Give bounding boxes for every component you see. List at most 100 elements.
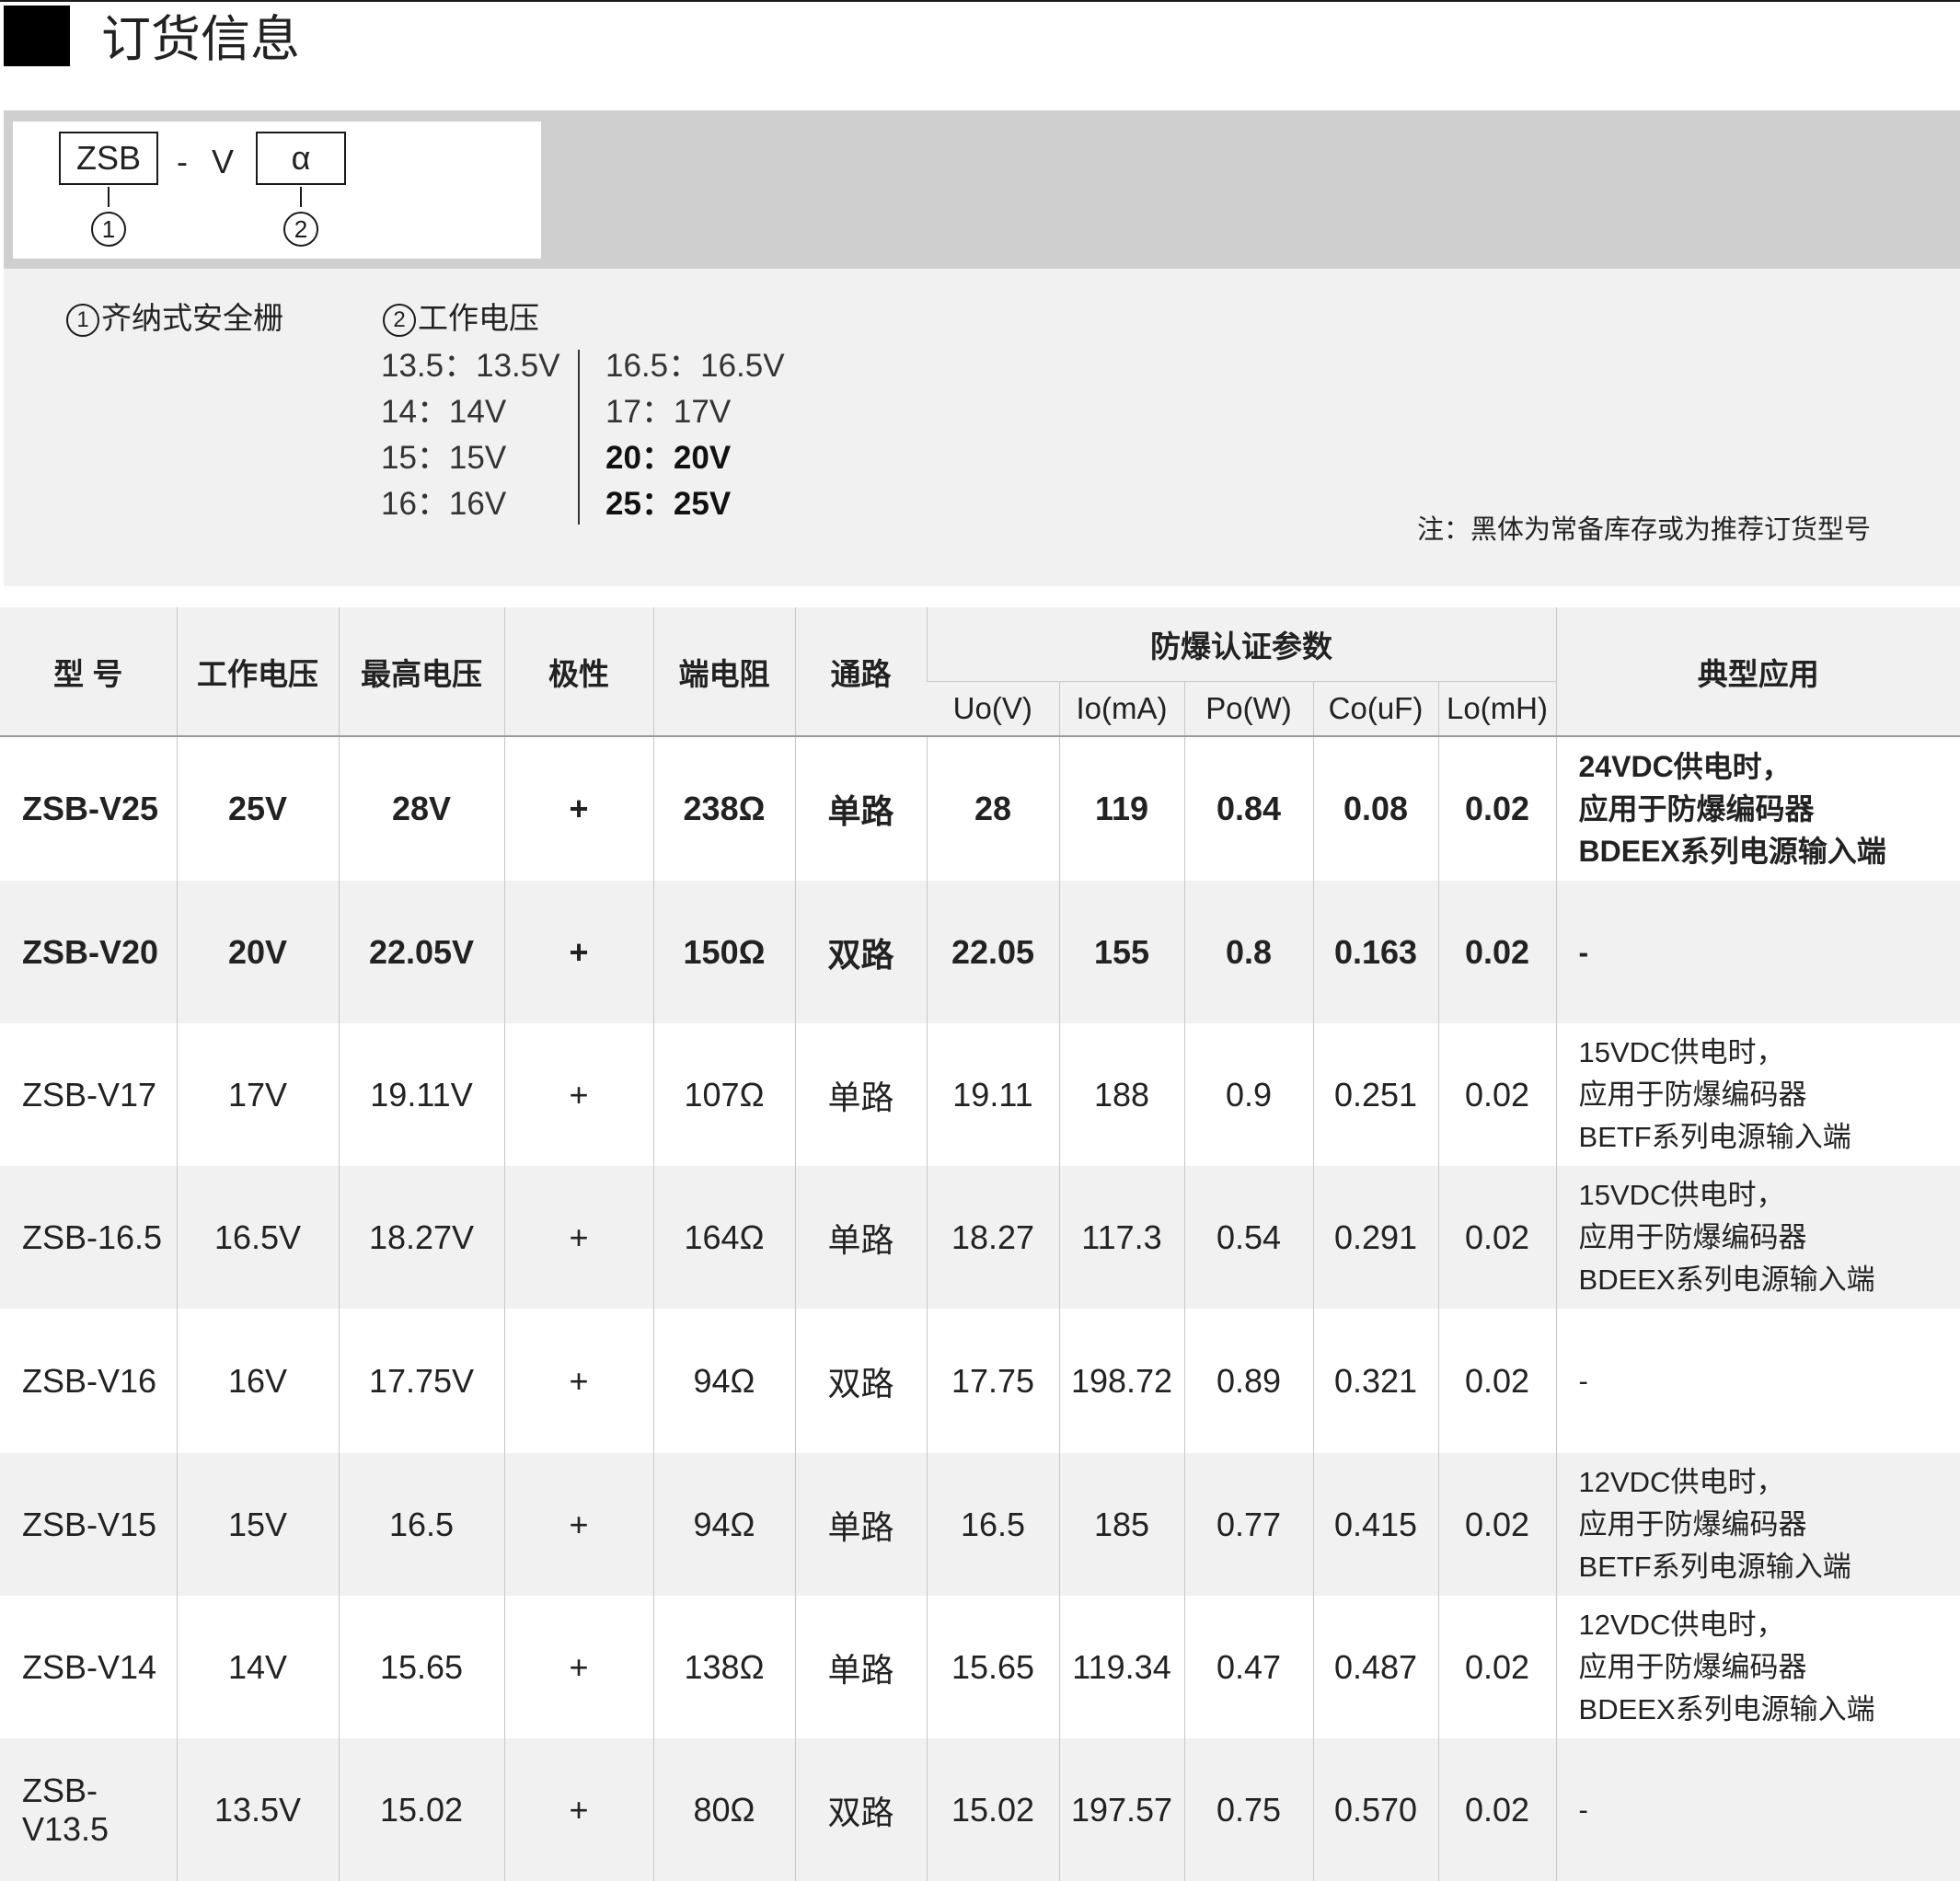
cell-working-voltage: 17V [176,1023,339,1166]
cell-model: ZSB-V15 [0,1453,177,1596]
cell-po: 0.9 [1183,1023,1313,1166]
application-line: BDEEX系列电源输入端 [1578,1692,1875,1725]
cell-polarity: + [503,736,653,881]
cell-lo: 0.02 [1437,1596,1557,1738]
cell-model: ZSB-V16 [22,1361,157,1400]
col-header-resistance: 端电阻 [652,607,795,737]
cell-polarity: + [503,1023,653,1166]
cell-application: - [1555,881,1960,1023]
voltage-option: 16：16V [381,486,507,522]
cell-uo: 19.11 [926,1023,1059,1166]
cell-co: 0.487 [1312,1596,1438,1738]
code-prefix-box: ZSB [59,132,158,185]
cell-uo: 15.02 [926,1738,1059,1881]
application-line: 应用于防爆编码器 [1578,1220,1807,1253]
cell-model: ZSB-V14 [22,1647,157,1686]
cell-po: 0.84 [1183,736,1313,881]
cell-max-voltage: 15.02 [338,1738,504,1881]
cell-polarity: + [503,1738,653,1881]
cell-resistance: 94Ω [652,1453,795,1596]
cell-application: 15VDC供电时， 应用于防爆编码器 BETF系列电源输入端 [1555,1023,1960,1166]
code-variable-box: α [256,132,346,185]
cell-working-voltage: 25V [176,736,339,881]
option-1-number: 1 [66,304,99,338]
cell-max-voltage: 22.05V [338,881,504,1023]
cell-po: 0.47 [1183,1596,1313,1738]
cell-channel: 单路 [794,1023,927,1166]
voltage-option: 14：14V [381,394,507,430]
cell-resistance: 150Ω [652,881,795,1023]
cell-application: 12VDC供电时， 应用于防爆编码器 BETF系列电源输入端 [1555,1453,1960,1596]
cell-max-voltage: 19.11V [338,1023,504,1166]
cell-uo: 16.5 [926,1453,1059,1596]
code-stem-1 [108,187,110,207]
spec-table-body: ZSB-V25 25V 28V +238Ω 单路 28 119 0.84 0.08 0.02 24V… [0,736,1960,1881]
header-rule [0,0,1960,2]
cell-io: 117.3 [1058,1166,1184,1309]
cell-channel: 单路 [794,1453,927,1596]
cell-max-voltage: 15.65 [338,1596,504,1738]
option-2-heading: 2 工作电压 [383,300,539,338]
application-line: - [1578,1793,1588,1826]
cell-application: 15VDC供电时， 应用于防爆编码器 BDEEX系列电源输入端 [1555,1166,1960,1309]
application-line: BDEEX系列电源输入端 [1578,835,1886,868]
cell-io: 155 [1058,881,1184,1023]
cell-io: 197.57 [1058,1738,1184,1881]
cell-model: ZSB-V25 [22,790,159,827]
cell-channel: 双路 [794,881,927,1023]
col-header-polarity: 极性 [503,607,653,737]
voltage-option: 17：17V [605,394,732,430]
voltage-option: 25：25V [605,486,732,522]
col-header-uo: Uo(V) [927,681,1059,737]
table-row: ZSB-V14 14V 15.65 +138Ω 单路 15.65 119.34 0.47 0.4… [0,1596,1960,1738]
cell-working-voltage: 14V [176,1596,339,1738]
option-1-heading: 1 齐纳式安全栅 [66,300,283,338]
cell-uo: 28 [926,736,1059,881]
col-header-ex-group: 防爆认证参数 [926,607,1557,682]
cell-resistance: 164Ω [652,1166,795,1309]
cell-io: 185 [1058,1453,1184,1596]
table-row: ZSB-V15 15V 16.5 +94Ω 单路 16.5 185 0.77 0.415 0.02… [0,1453,1960,1596]
cell-uo: 17.75 [926,1309,1059,1453]
cell-co: 0.291 [1312,1166,1438,1309]
cell-co: 0.163 [1312,881,1438,1023]
cell-io: 198.72 [1058,1309,1184,1453]
cell-application: 24VDC供电时， 应用于防爆编码器 BDEEX系列电源输入端 [1555,736,1960,881]
application-line: 12VDC供电时， [1578,1608,1785,1641]
table-row: ZSB-V25 25V 28V +238Ω 单路 28 119 0.84 0.08 0.02 24V… [0,736,1960,881]
cell-working-voltage: 20V [176,881,339,1023]
application-line: 应用于防爆编码器 [1578,1078,1807,1111]
table-row: ZSB-16.5 16.5V 18.27V +164Ω 单路 18.27 117.3 0.54… [0,1166,1960,1309]
code-marker-1: 1 [91,212,126,247]
cell-max-voltage: 17.75V [338,1309,504,1453]
col-header-application: 典型应用 [1555,607,1960,737]
cell-lo: 0.02 [1437,881,1557,1023]
col-header-lo: Lo(mH) [1437,681,1557,737]
code-marker-2: 2 [283,212,318,247]
cell-polarity: + [503,1453,653,1596]
option-2-label: 工作电压 [418,301,539,335]
cell-co: 0.570 [1312,1738,1438,1881]
cell-channel: 单路 [794,1166,927,1309]
table-row: ZSB-V16 16V 17.75V +94Ω 双路 17.75 198.72 0.89 0.3… [0,1309,1960,1453]
application-line: 应用于防爆编码器 [1578,1507,1807,1541]
col-header-co: Co(uF) [1312,681,1438,737]
application-line: 应用于防爆编码器 [1578,1650,1807,1683]
code-stem-2 [300,187,302,207]
cell-co: 0.321 [1312,1309,1438,1453]
application-line: BETF系列电源输入端 [1578,1120,1851,1153]
cell-application: - [1555,1738,1960,1881]
cell-po: 0.77 [1183,1453,1313,1596]
cell-lo: 0.02 [1437,736,1557,881]
application-line: 12VDC供电时， [1578,1465,1785,1498]
cell-lo: 0.02 [1437,1738,1557,1881]
section-marker [4,6,70,66]
cell-application: - [1555,1309,1960,1453]
cell-io: 188 [1058,1023,1184,1166]
application-line: - [1578,1364,1588,1397]
col-header-io: Io(mA) [1058,681,1184,737]
col-header-po: Po(W) [1183,681,1313,737]
col-header-max-voltage: 最高电压 [338,607,504,737]
voltage-option: 16.5：16.5V [605,348,785,384]
col-header-channel: 通路 [794,607,927,737]
